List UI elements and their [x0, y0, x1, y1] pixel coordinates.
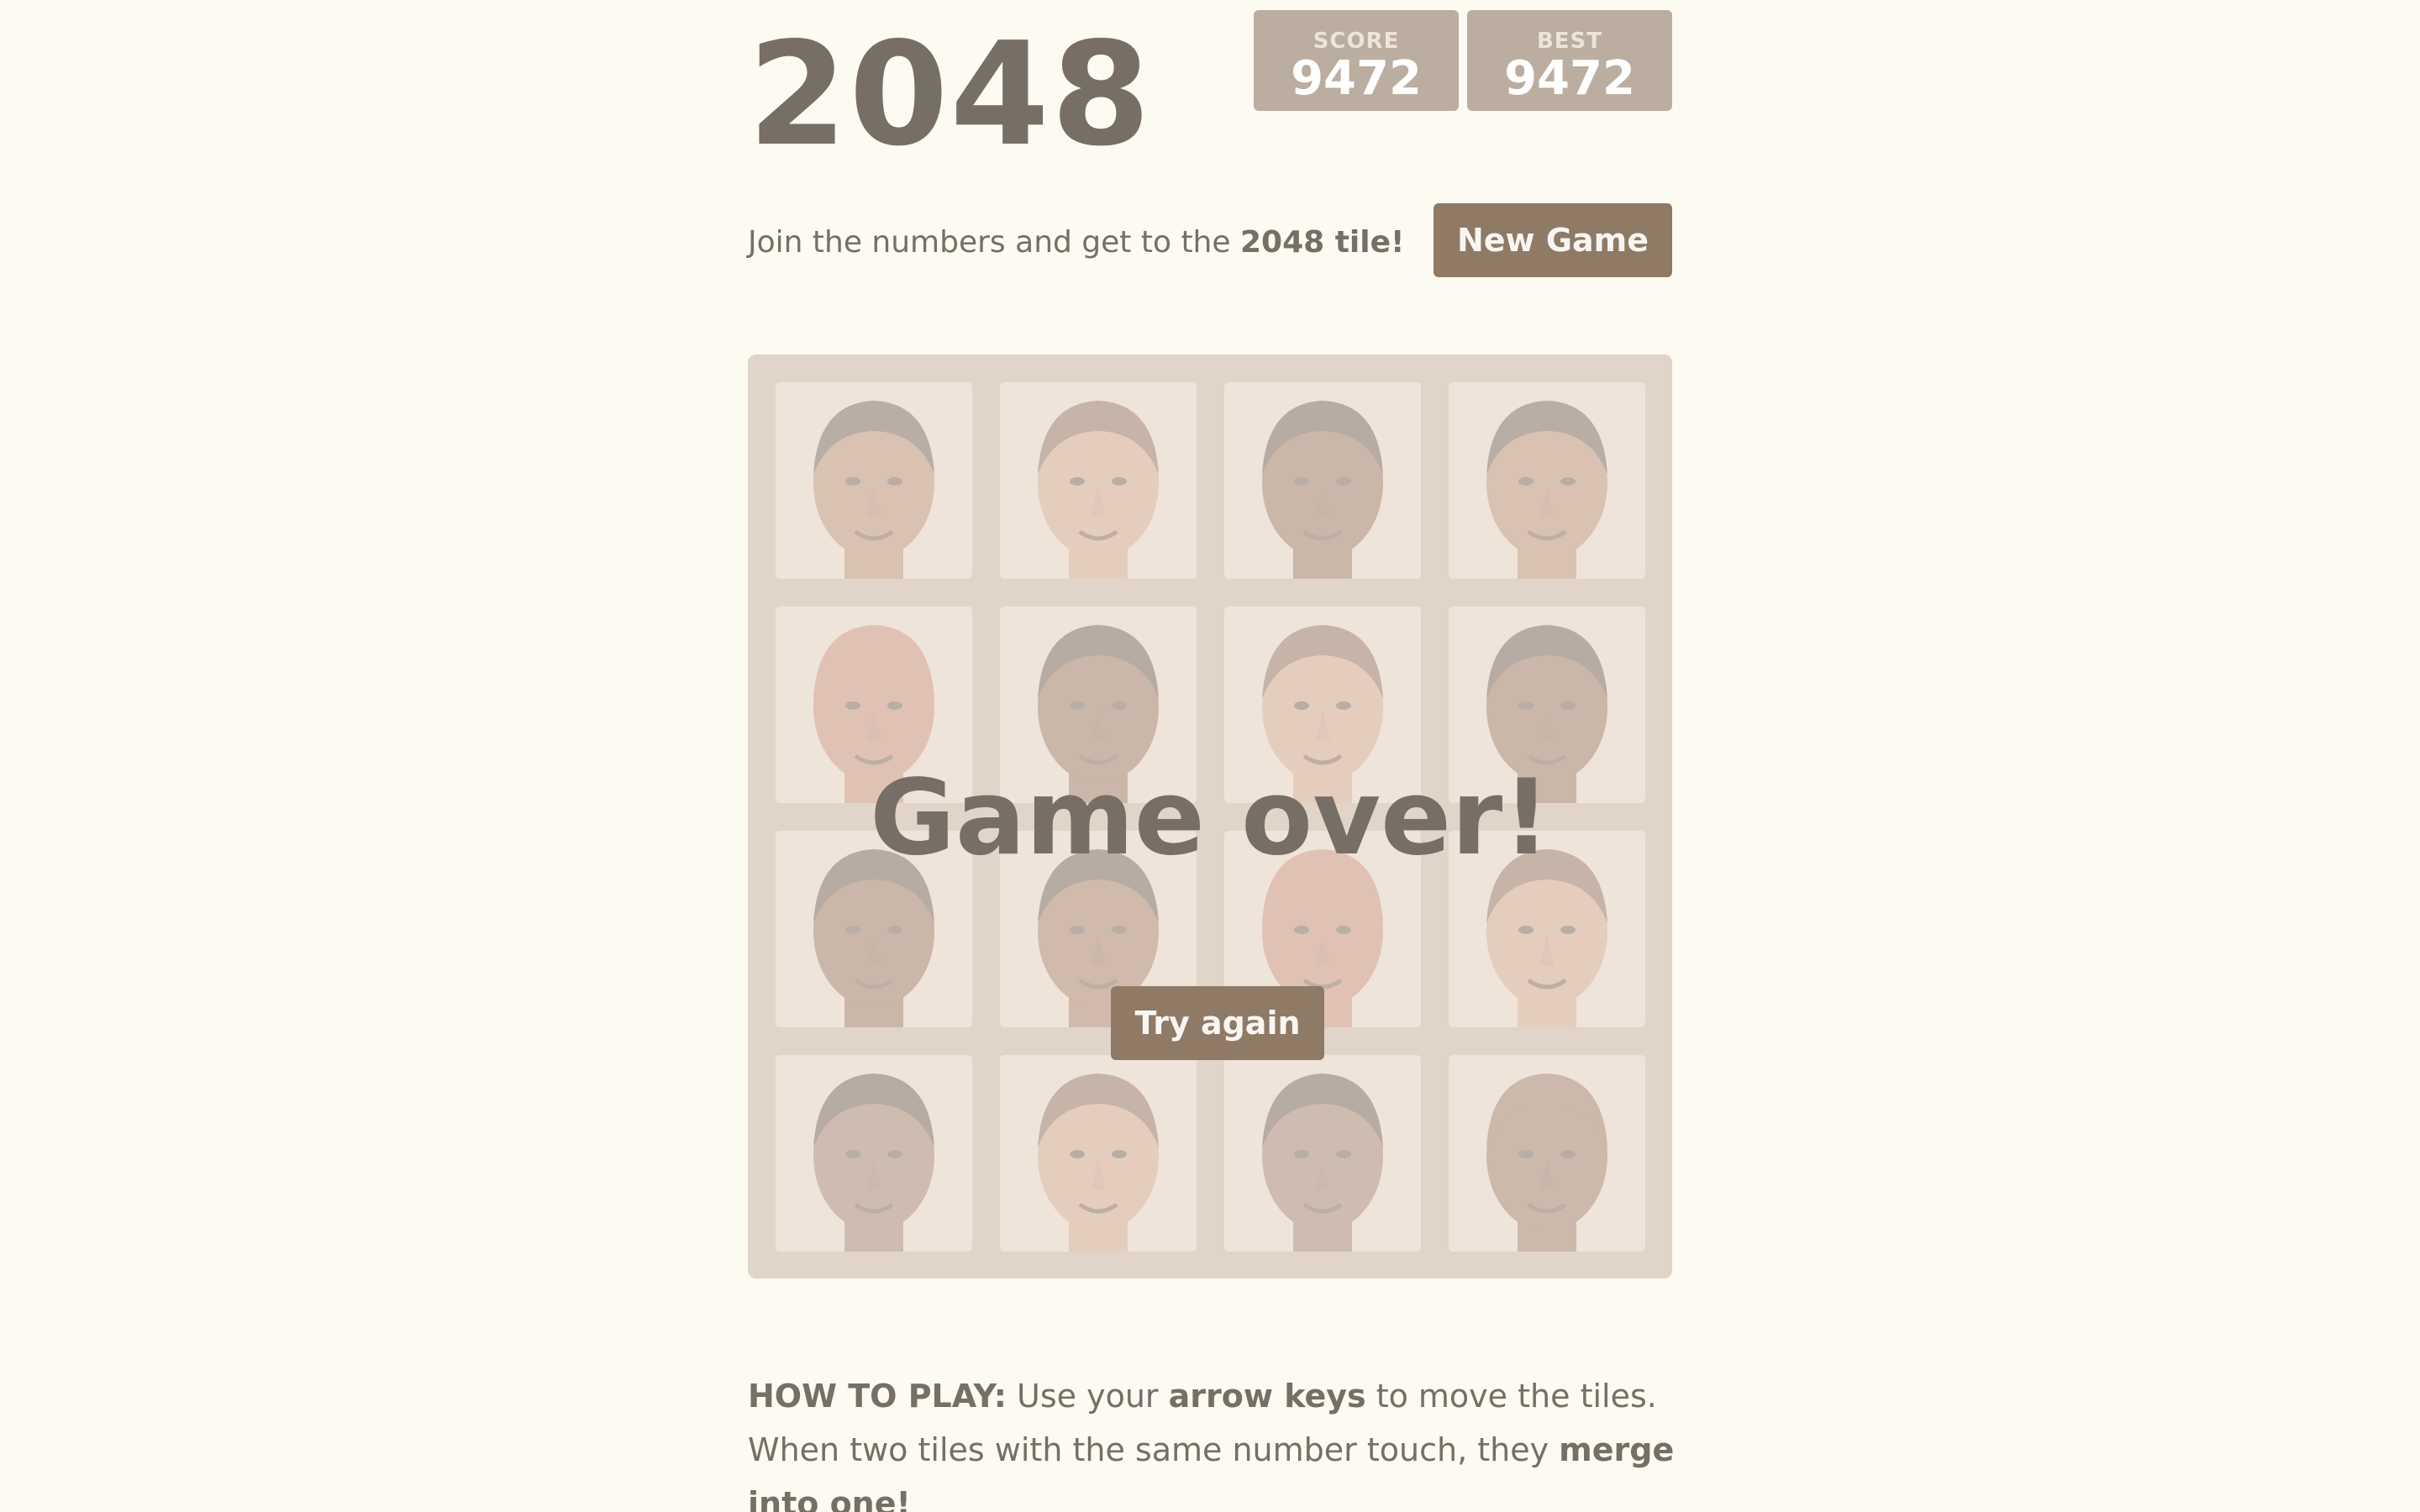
score-label: SCORE: [1313, 29, 1400, 54]
how-to-play: HOW TO PLAY: Use your arrow keys to move…: [748, 1369, 1689, 1512]
try-again-button[interactable]: Try again: [1111, 986, 1324, 1060]
game-page: 2048 SCORE 9472 BEST 9472 Join the numbe…: [0, 0, 2420, 1512]
score-box: SCORE 9472: [1254, 10, 1459, 111]
new-game-button[interactable]: New Game: [1434, 203, 1672, 277]
best-label: BEST: [1536, 29, 1603, 54]
how-to-keys: arrow keys: [1168, 1378, 1366, 1415]
best-value: 9472: [1504, 51, 1635, 106]
how-to-label: HOW TO PLAY:: [748, 1378, 1007, 1415]
how-to-text-1: Use your: [1006, 1378, 1169, 1415]
game-over-message: Game over!: [870, 758, 1550, 879]
intro-text: Join the numbers and get to the: [748, 225, 1240, 260]
best-score-box: BEST 9472: [1467, 10, 1672, 111]
game-over-overlay: Game over! Try again: [748, 354, 1672, 1278]
game-intro: Join the numbers and get to the 2048 til…: [748, 225, 1404, 260]
game-board[interactable]: Game over! Try again: [748, 354, 1672, 1278]
score-value: 9472: [1291, 51, 1422, 106]
game-title: 2048: [748, 12, 1153, 178]
intro-emphasis: 2048 tile!: [1239, 225, 1405, 260]
